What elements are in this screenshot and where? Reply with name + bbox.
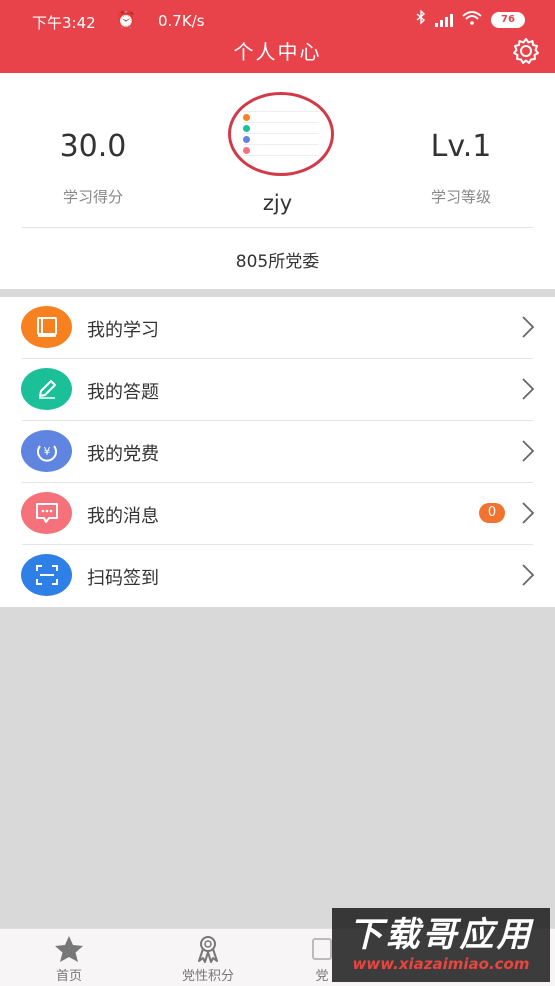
tab-label: 党性积分 xyxy=(181,969,234,984)
watermark-line2: www.xiazaimiao.com xyxy=(352,955,530,973)
menu-item-scan-checkin[interactable]: 扫码签到 xyxy=(0,545,555,607)
svg-text:¥: ¥ xyxy=(43,445,50,458)
avatar[interactable] xyxy=(228,92,334,176)
medal-icon xyxy=(198,936,218,963)
profile-card: 30.0 学习得分 Lv.1 学习等级 zjy 805所党委 xyxy=(0,73,555,289)
signal-icon xyxy=(435,13,453,27)
site-watermark: 下载哥应用 www.xiazaimiao.com xyxy=(332,908,550,982)
yuan-coin-icon: ¥ xyxy=(21,430,72,472)
tab-label: 首页 xyxy=(55,969,82,984)
chevron-right-icon xyxy=(522,440,535,462)
menu-list: 我的学习 我的答题 ¥ 我的党费 我的消息 0 扫码签到 xyxy=(0,297,555,607)
menu-item-label: 我的学习 xyxy=(87,320,159,341)
tab-party-points[interactable]: 党性积分 xyxy=(158,929,258,984)
status-right: 76 xyxy=(416,9,525,29)
menu-item-my-messages[interactable]: 我的消息 0 xyxy=(0,483,555,545)
organization-name: 805所党委 xyxy=(235,252,320,272)
wifi-icon xyxy=(462,10,482,29)
menu-item-label: 我的党费 xyxy=(87,444,159,465)
menu-item-my-study[interactable]: 我的学习 xyxy=(0,297,555,359)
menu-item-my-answers[interactable]: 我的答题 xyxy=(0,359,555,421)
chevron-right-icon xyxy=(522,502,535,524)
chevron-right-icon xyxy=(522,564,535,586)
tab-label: 党 xyxy=(315,969,329,984)
pencil-icon xyxy=(21,368,72,410)
divider xyxy=(22,227,533,228)
battery-icon: 76 xyxy=(491,11,525,28)
status-time: 下午3:42 xyxy=(32,14,96,32)
message-icon xyxy=(21,492,72,534)
network-speed: 0.7K/s xyxy=(158,12,205,30)
tab-home[interactable]: 首页 xyxy=(19,929,119,984)
bluetooth-icon xyxy=(416,9,426,29)
alarm-icon: ⏰ xyxy=(116,10,136,29)
menu-item-label: 扫码签到 xyxy=(87,568,159,589)
username: zjy xyxy=(262,191,293,215)
settings-gear-icon[interactable] xyxy=(511,36,541,66)
level-value: Lv.1 xyxy=(430,129,492,164)
star-icon xyxy=(55,936,83,962)
status-bar: 下午3:42 ⏰ 0.7K/s 76 xyxy=(0,0,555,36)
book-icon xyxy=(21,306,72,348)
scan-icon xyxy=(21,554,72,596)
score-value: 30.0 xyxy=(59,129,127,164)
avatar-thumbnail xyxy=(243,101,319,156)
header-bar: 下午3:42 ⏰ 0.7K/s 76 个人中心 xyxy=(0,0,555,73)
page-title: 个人中心 xyxy=(233,40,322,64)
menu-item-label: 我的答题 xyxy=(87,382,159,403)
watermark-line1: 下载哥应用 xyxy=(348,915,534,955)
menu-item-my-party-fees[interactable]: ¥ 我的党费 xyxy=(0,421,555,483)
menu-item-label: 我的消息 xyxy=(87,506,159,527)
unread-count-badge: 0 xyxy=(479,503,505,523)
chevron-right-icon xyxy=(522,316,535,338)
chevron-right-icon xyxy=(522,378,535,400)
